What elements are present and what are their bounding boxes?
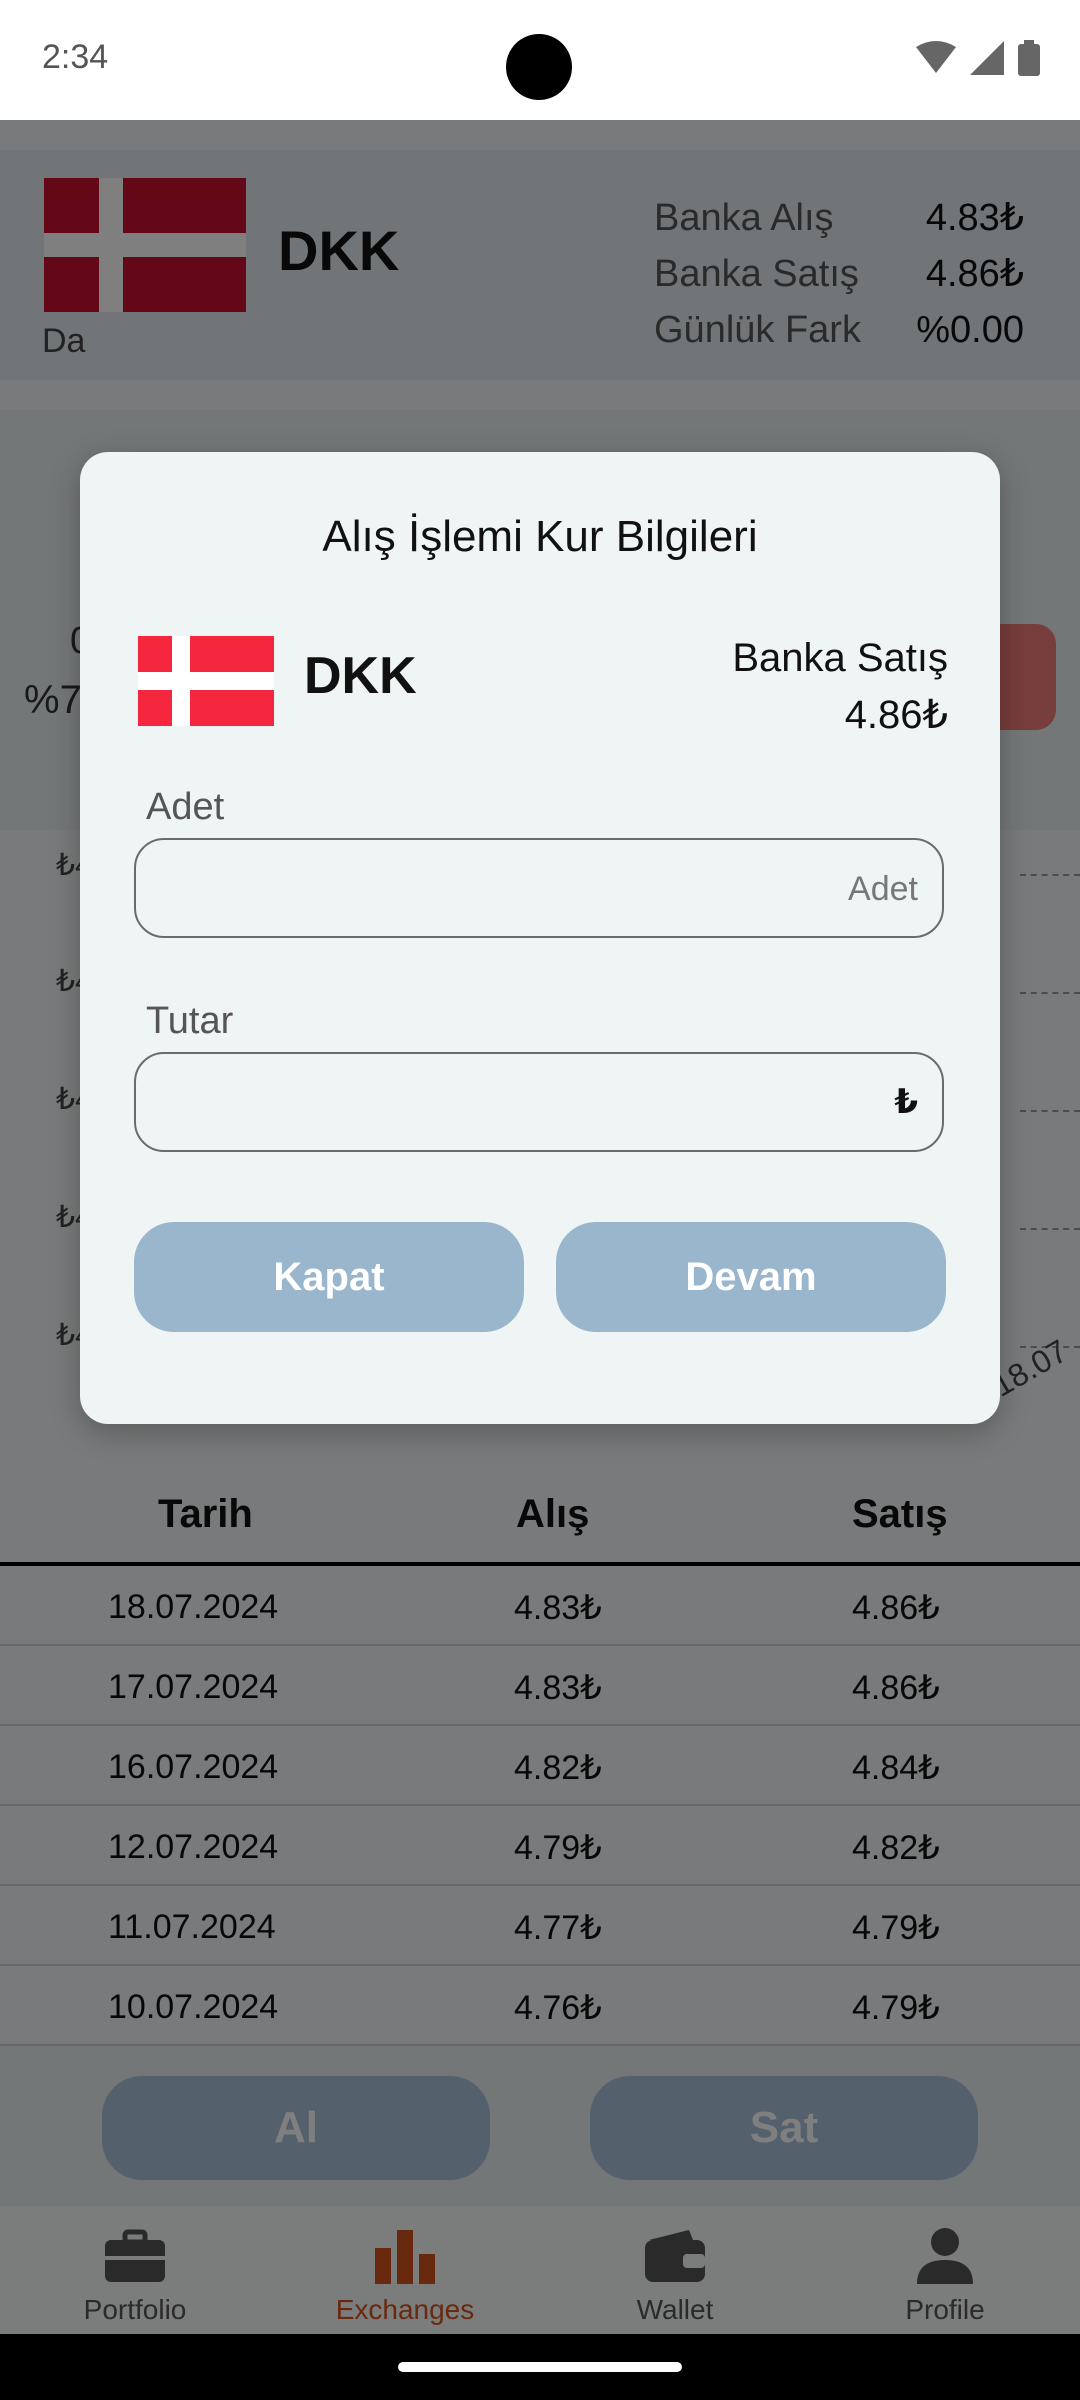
amount-label: Tutar	[146, 1000, 234, 1042]
status-icons	[916, 40, 1040, 76]
camera-cutout	[506, 34, 572, 100]
close-button[interactable]: Kapat	[134, 1222, 524, 1332]
denmark-flag	[138, 636, 274, 726]
dialog-currency-code: DKK	[304, 647, 417, 705]
quantity-field[interactable]: Adet	[134, 838, 944, 938]
buy-rate-dialog: Alış İşlemi Kur Bilgileri DKK Banka Satı…	[80, 452, 1000, 1424]
status-time: 2:34	[42, 38, 109, 76]
status-bar: 2:34	[0, 0, 1080, 120]
dialog-rate-label: Banka Satış	[732, 636, 948, 680]
home-indicator[interactable]	[398, 2362, 682, 2372]
dialog-rate-value: 4.86₺	[844, 693, 948, 737]
signal-icon	[970, 41, 1004, 75]
quantity-label: Adet	[146, 786, 225, 828]
amount-field[interactable]: ₺	[134, 1052, 944, 1152]
currency-unit: ₺	[894, 1083, 918, 1121]
continue-button[interactable]: Devam	[556, 1222, 946, 1332]
quantity-placeholder: Adet	[848, 870, 918, 908]
wifi-icon	[916, 41, 956, 73]
battery-icon	[1018, 40, 1040, 76]
dialog-title: Alış İşlemi Kur Bilgileri	[322, 512, 758, 561]
